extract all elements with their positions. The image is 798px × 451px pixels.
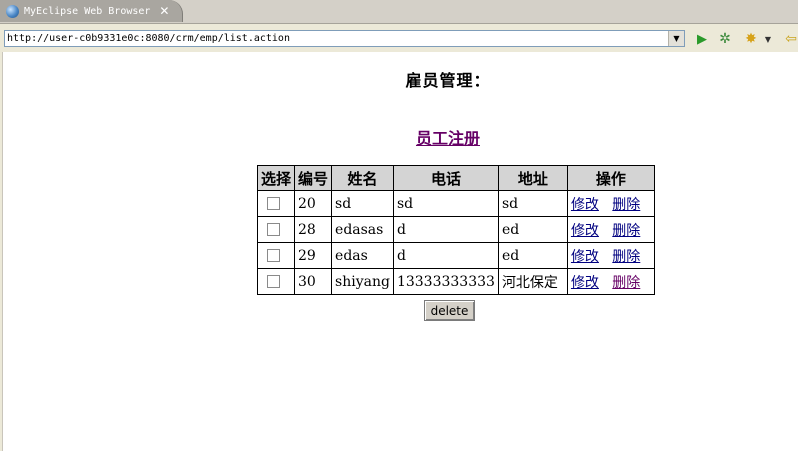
edit-link[interactable]: 修改 — [571, 275, 599, 291]
delete-button[interactable]: delete — [424, 300, 475, 321]
close-icon[interactable]: ✕ — [158, 5, 170, 17]
table-header-row: 选择 编号 姓名 电话 地址 操作 — [256, 165, 655, 191]
edit-link[interactable]: 修改 — [571, 249, 599, 265]
back-arrow-icon[interactable]: ⇦ — [782, 30, 798, 48]
phone-cell: d — [392, 216, 499, 243]
browser-tab[interactable]: MyEclipse Web Browser ✕ — [0, 0, 183, 22]
address-cell: ed — [497, 242, 568, 269]
address-cell: ed — [497, 216, 568, 243]
actions-cell: 修改 删除 — [566, 242, 655, 269]
employee-table: 选择 编号 姓名 电话 地址 操作 20 sd sd sd 修改 删除 28 e… — [256, 165, 655, 295]
select-cell — [256, 242, 296, 269]
id-cell: 30 — [294, 268, 333, 295]
row-checkbox[interactable] — [267, 197, 280, 210]
row-checkbox[interactable] — [267, 249, 280, 262]
id-cell: 29 — [294, 242, 333, 269]
table-row: 20 sd sd sd 修改 删除 — [256, 190, 655, 217]
table-row: 28 edasas d ed 修改 删除 — [256, 216, 655, 243]
header-phone: 电话 — [392, 165, 499, 191]
name-cell: edas — [331, 242, 394, 269]
register-employee-link[interactable]: 员工注册 — [3, 125, 798, 149]
name-cell: sd — [331, 190, 394, 217]
tab-strip: MyEclipse Web Browser ✕ — [0, 0, 798, 24]
actions-cell: 修改 删除 — [566, 268, 655, 295]
id-cell: 20 — [294, 190, 333, 217]
delete-link[interactable]: 删除 — [612, 275, 640, 291]
browser-content: 雇员管理： 员工注册 选择 编号 姓名 电话 地址 操作 20 sd sd sd… — [2, 52, 798, 451]
table-row: 30 shiyang 13333333333 河北保定 修改 删除 — [256, 268, 655, 295]
row-checkbox[interactable] — [267, 223, 280, 236]
header-name: 姓名 — [331, 165, 394, 191]
name-cell: shiyang — [331, 268, 394, 295]
id-cell: 28 — [294, 216, 333, 243]
select-cell — [256, 268, 296, 295]
url-toolbar: ▼ ▶ ✲ ✸ ▼ ⇦ — [0, 24, 798, 52]
actions-cell: 修改 删除 — [566, 216, 655, 243]
actions-cell: 修改 删除 — [566, 190, 655, 217]
url-input[interactable] — [7, 31, 667, 46]
header-select: 选择 — [256, 165, 296, 191]
header-address: 地址 — [497, 165, 568, 191]
row-checkbox[interactable] — [267, 275, 280, 288]
phone-cell: 13333333333 — [392, 268, 499, 295]
edit-link[interactable]: 修改 — [571, 197, 599, 213]
delete-link[interactable]: 删除 — [612, 249, 640, 265]
go-arrow-icon[interactable]: ▶ — [693, 30, 711, 48]
favorites-dropdown-icon[interactable]: ▼ — [763, 30, 773, 48]
header-id: 编号 — [294, 165, 333, 191]
phone-cell: d — [392, 242, 499, 269]
address-cell: sd — [497, 190, 568, 217]
header-actions: 操作 — [566, 165, 655, 191]
address-cell: 河北保定 — [497, 268, 568, 295]
refresh-icon[interactable]: ✲ — [716, 30, 734, 48]
phone-cell: sd — [392, 190, 499, 217]
favorites-star-icon[interactable]: ✸ — [742, 30, 760, 48]
table-row: 29 edas d ed 修改 删除 — [256, 242, 655, 269]
edit-link[interactable]: 修改 — [571, 223, 599, 239]
delete-link[interactable]: 删除 — [612, 223, 640, 239]
page-title: 雇员管理： — [405, 71, 491, 90]
url-field[interactable]: ▼ — [4, 30, 685, 47]
chevron-down-icon[interactable]: ▼ — [668, 31, 684, 46]
name-cell: edasas — [331, 216, 394, 243]
tab-title: MyEclipse Web Browser — [24, 5, 151, 17]
select-cell — [256, 190, 296, 217]
delete-link[interactable]: 删除 — [612, 197, 640, 213]
globe-icon — [6, 4, 19, 18]
select-cell — [256, 216, 296, 243]
